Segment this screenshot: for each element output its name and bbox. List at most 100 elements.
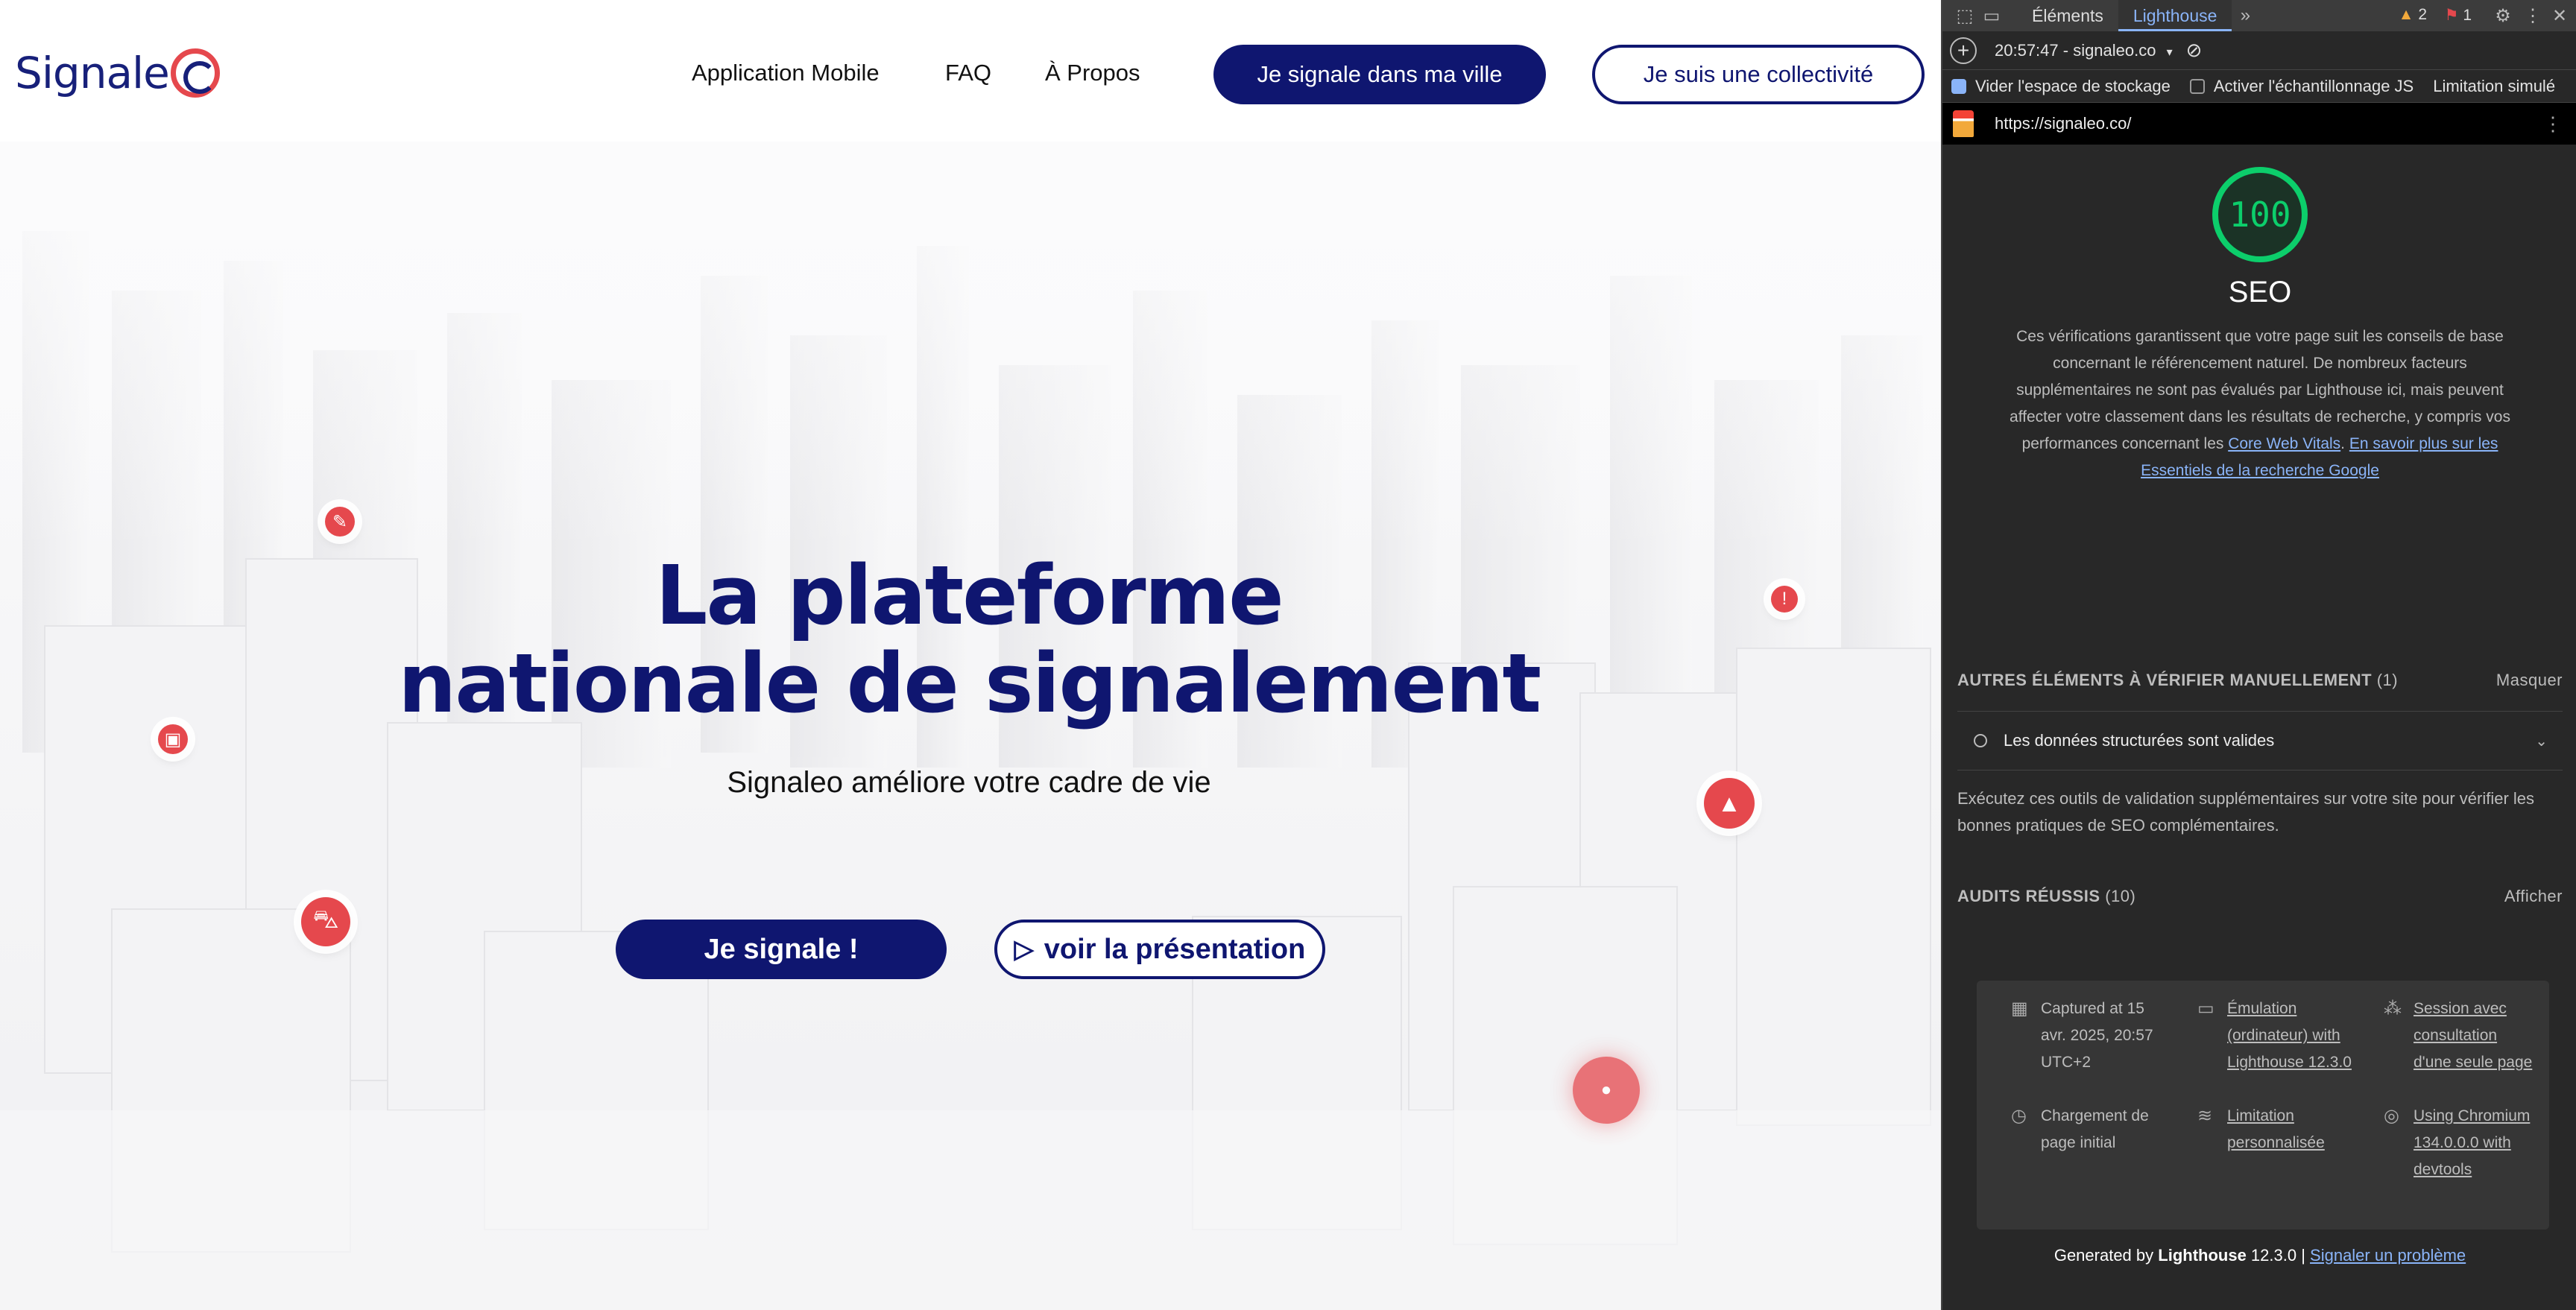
report-selector[interactable]: 20:57:47 - signaleo.co ▾ [1995, 41, 2173, 60]
env-browser-link[interactable]: Using Chromium 134.0.0.0 with devtools [2414, 1103, 2533, 1183]
warnings-count: 2 [2418, 6, 2427, 23]
logo-wordmark: Signale [15, 48, 170, 98]
timer-icon: ◷ [2011, 1106, 2027, 1126]
close-devtools-icon[interactable]: ✕ [2546, 2, 2573, 29]
hero-title-line-1: La plateforme [655, 548, 1284, 643]
site-header: Signale Application Mobile FAQ À Propos … [0, 0, 1941, 142]
clear-reports-icon[interactable]: ⊘ [2186, 39, 2203, 62]
throttling-label[interactable]: Limitation simulé [2433, 77, 2555, 96]
je-suis-collectivite-button[interactable]: Je suis une collectivité [1592, 45, 1925, 104]
map-pin-icon: ✎ [325, 507, 355, 537]
env-session: ⁂ Session avec consultation d'une seule … [2384, 996, 2533, 1076]
runtime-settings-box: ▦ Captured at 15 avr. 2025, 20:57 UTC+2 … [1977, 981, 2549, 1230]
manual-checks-header[interactable]: AUTRES ÉLÉMENTS À VÉRIFIER MANUELLEMENT … [1957, 671, 2563, 690]
more-tabs-icon[interactable]: » [2232, 2, 2258, 29]
seo-score-value: 100 [2229, 194, 2291, 235]
blurred-pin-icon: ● [1573, 1057, 1640, 1124]
env-emulation-link[interactable]: Émulation (ordinateur) with Lighthouse 1… [2227, 996, 2361, 1076]
voir-presentation-button[interactable]: ▷ voir la présentation [994, 920, 1325, 979]
voir-presentation-label: voir la présentation [1044, 933, 1306, 965]
audited-url-bar: https://signaleo.co/ ⋮ [1942, 103, 2576, 145]
core-web-vitals-link[interactable]: Core Web Vitals [2228, 435, 2340, 452]
je-signale-ville-button[interactable]: Je signale dans ma ville [1213, 45, 1546, 104]
report-issue-link[interactable]: Signaler un problème [2310, 1246, 2466, 1265]
env-captured: ▦ Captured at 15 avr. 2025, 20:57 UTC+2 [2011, 996, 2160, 1076]
hero-title: La plateforme nationale de signalement [328, 551, 1610, 727]
nav-a-propos[interactable]: À Propos [1045, 60, 1140, 86]
env-browser: ◎ Using Chromium 134.0.0.0 with devtools [2384, 1103, 2533, 1183]
settings-gear-icon[interactable]: ⚙ [2490, 2, 2516, 29]
warning-icon: ▲ [2398, 6, 2414, 23]
manual-checks-description: Exécutez ces outils de validation supplé… [1957, 789, 2535, 835]
device-toolbar-icon[interactable]: ▭ [1978, 2, 2005, 29]
alert-pin-icon: ! [1771, 586, 1798, 613]
website-viewport: Signale Application Mobile FAQ À Propos … [0, 0, 1941, 1310]
footer-version: 12.3.0 | [2246, 1246, 2311, 1265]
nav-application-mobile[interactable]: Application Mobile [692, 60, 880, 86]
lighthouse-logo-icon [1953, 110, 1974, 137]
passed-audits-toggle[interactable]: Afficher [2504, 887, 2563, 906]
js-sampling-checkbox[interactable] [2189, 78, 2205, 94]
hero-subtitle: Signaleo améliore votre cadre de vie [727, 766, 1211, 799]
session-icon: ⁂ [2384, 999, 2402, 1019]
calendar-icon: ▦ [2011, 999, 2028, 1019]
footer-brand: Lighthouse [2158, 1246, 2247, 1265]
env-captured-text: Captured at 15 avr. 2025, 20:57 UTC+2 [2041, 1000, 2153, 1071]
env-session-link[interactable]: Session avec consultation d'une seule pa… [2414, 996, 2533, 1076]
passed-audits-header[interactable]: AUDITS RÉUSSIS (10) Afficher [1957, 887, 2563, 906]
report-footer: Generated by Lighthouse 12.3.0 | Signale… [1942, 1246, 2576, 1265]
hero-title-line-2: nationale de signalement [397, 636, 1541, 731]
je-signale-button[interactable]: Je signale ! [616, 920, 947, 979]
env-emulation: ▭ Émulation (ordinateur) with Lighthouse… [2197, 996, 2361, 1076]
error-icon: ⚑ [2444, 7, 2459, 24]
tree-pin-icon: ▲ [1704, 778, 1755, 829]
env-throttling: ≋ Limitation personnalisée [2197, 1103, 2346, 1156]
lighthouse-report: 100 SEO Ces vérifications garantissent q… [1942, 145, 2576, 1265]
inspect-element-icon[interactable]: ⬚ [1951, 2, 1978, 29]
js-sampling-label: Activer l'échantillonnage JS [2213, 76, 2414, 95]
expand-chevron-icon: ⌄ [2535, 732, 2548, 750]
tab-lighthouse[interactable]: Lighthouse [2118, 0, 2232, 31]
lighthouse-options: Vider l'espace de stockage Activer l'éch… [1942, 70, 2576, 103]
seo-description: Ces vérifications garantissent que votre… [2010, 328, 2510, 479]
warnings-counter[interactable]: ▲ 2 [2399, 6, 2427, 24]
devtools-panel: ⬚ ▭ Éléments Lighthouse » ▲ 2 ⚑ 1 ⚙ ⋮ ✕ … [1941, 0, 2576, 1310]
clear-storage-checkbox[interactable] [1951, 78, 1966, 94]
nav-faq[interactable]: FAQ [945, 60, 991, 86]
env-load-text: Chargement de page initial [2041, 1107, 2149, 1151]
errors-counter[interactable]: ⚑ 1 [2445, 6, 2472, 25]
report-selector-label: 20:57:47 - signaleo.co [1995, 40, 2156, 60]
wifi-icon: ≋ [2197, 1106, 2213, 1126]
dropdown-caret-icon: ▾ [2166, 45, 2173, 59]
signaleo-logo[interactable]: Signale [15, 43, 220, 103]
manual-audit-circle-icon [1974, 734, 1987, 747]
env-throttling-link[interactable]: Limitation personnalisée [2227, 1103, 2346, 1156]
seo-category-title: SEO [2228, 276, 2292, 308]
structured-data-label: Les données structurées sont valides [2004, 731, 2275, 750]
kebab-menu-icon[interactable]: ⋮ [2519, 2, 2546, 29]
logo-o-mark [170, 48, 220, 98]
trash-pin-icon: ▣ [158, 724, 188, 754]
chrome-icon: ◎ [2384, 1106, 2399, 1126]
passed-audits-title: AUDITS RÉUSSIS [1957, 887, 2100, 905]
lighthouse-toolbar: + 20:57:47 - signaleo.co ▾ ⊘ [1942, 31, 2576, 70]
seo-score-gauge: 100 [2212, 167, 2308, 262]
manual-checks-count: (1) [2376, 671, 2399, 689]
manual-checks-title: AUTRES ÉLÉMENTS À VÉRIFIER MANUELLEMENT [1957, 671, 2373, 689]
passed-audits-count: (10) [2105, 887, 2136, 905]
devices-icon: ▭ [2197, 999, 2214, 1019]
devtools-tabbar: ⬚ ▭ Éléments Lighthouse » ▲ 2 ⚑ 1 ⚙ ⋮ ✕ [1942, 0, 2576, 31]
tab-elements[interactable]: Éléments [2017, 0, 2118, 31]
env-load: ◷ Chargement de page initial [2011, 1103, 2160, 1156]
url-kebab-icon[interactable]: ⋮ [2543, 113, 2563, 136]
footer-prefix: Generated by [2053, 1246, 2159, 1265]
errors-count: 1 [2463, 7, 2472, 24]
car-pin-icon: ⛍ [301, 897, 350, 946]
seo-description-text: Ces vérifications garantissent que votre… [2010, 328, 2510, 452]
manual-checks-toggle[interactable]: Masquer [2496, 671, 2563, 690]
clear-storage-label: Vider l'espace de stockage [1975, 76, 2171, 95]
structured-data-audit[interactable]: Les données structurées sont valides ⌄ [1957, 711, 2563, 771]
new-report-plus-icon[interactable]: + [1950, 37, 1977, 64]
audited-url[interactable]: https://signaleo.co/ [1995, 114, 2131, 133]
play-icon: ▷ [1014, 935, 1034, 963]
